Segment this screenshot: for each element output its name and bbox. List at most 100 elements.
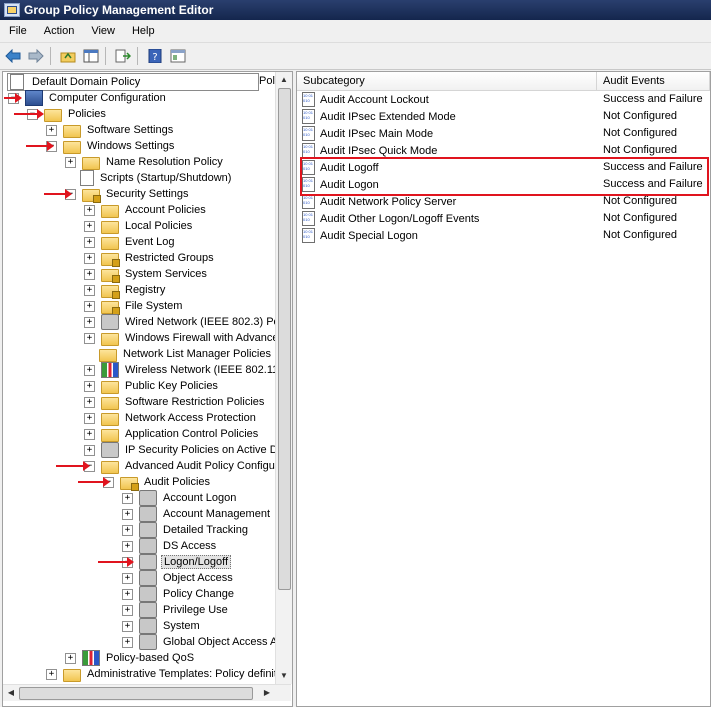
expand-icon[interactable]: + [84, 428, 95, 440]
tree-node-label: Network Access Protection [125, 412, 256, 424]
folder-icon [63, 140, 81, 154]
tree-node[interactable]: +Logon/Logoff [122, 554, 232, 570]
menu-file[interactable]: File [0, 25, 35, 37]
red-arrow-annotation [78, 477, 110, 487]
expand-icon[interactable]: + [122, 604, 133, 616]
expand-icon[interactable]: + [122, 636, 133, 648]
tree-node[interactable]: + Account Management [122, 506, 272, 522]
tree-horizontal-scrollbar[interactable]: ◀ ▶ [3, 684, 291, 701]
tree-node[interactable]: −Audit Policies [103, 474, 212, 491]
expand-icon[interactable]: + [122, 540, 133, 552]
up-one-level-button[interactable] [58, 46, 78, 66]
secure-folder-icon [82, 188, 101, 203]
expand-icon[interactable]: + [84, 252, 95, 264]
expand-icon[interactable]: + [46, 668, 57, 680]
column-header-subcategory[interactable]: Subcategory [297, 72, 597, 90]
scroll-up-arrow-icon[interactable]: ▲ [276, 72, 292, 88]
expand-icon[interactable]: + [122, 524, 133, 536]
menu-help[interactable]: Help [123, 25, 163, 37]
expand-icon[interactable]: + [122, 620, 133, 632]
export-list-button[interactable] [113, 46, 133, 66]
expand-icon[interactable]: + [84, 316, 95, 328]
tree-node[interactable]: + Name Resolution Policy [65, 154, 225, 170]
subcategory-cell: 10 01 010 Audit Account Lockout [302, 92, 429, 107]
tree-node[interactable]: + Policy Change [122, 586, 236, 602]
folder-icon [82, 156, 100, 170]
tree-node[interactable]: + Software Restriction Policies [84, 394, 266, 410]
tree-node[interactable]: + Network Access Protection [84, 410, 258, 426]
tree-root-node[interactable]: Default Domain Policy [7, 73, 259, 91]
list-item[interactable]: 10 01 010 Audit IPsec Extended Mode Not Co… [297, 108, 710, 125]
tree-node[interactable]: + Application Control Policies [84, 426, 260, 442]
scroll-right-arrow-icon[interactable]: ▶ [259, 685, 275, 701]
tree-vertical-scroll-thumb[interactable] [278, 88, 291, 590]
menu-view[interactable]: View [82, 25, 123, 37]
scroll-left-arrow-icon[interactable]: ◀ [3, 685, 19, 701]
tree-node[interactable]: + Local Policies [84, 218, 194, 234]
tree-node-label: Restricted Groups [125, 252, 214, 264]
tree-node[interactable]: + Policy-based QoS [65, 650, 196, 666]
expand-icon[interactable]: + [84, 444, 95, 456]
secure-folder-icon [120, 476, 139, 491]
expand-icon[interactable]: + [122, 572, 133, 584]
column-header-audit-events[interactable]: Audit Events [597, 72, 710, 90]
expand-icon[interactable]: + [46, 124, 57, 136]
tree-node[interactable]: + Registry [84, 282, 167, 299]
tree-node[interactable]: + Global Object Access Au [122, 634, 275, 650]
expand-icon[interactable]: + [122, 588, 133, 600]
tree-node[interactable]: + Wireless Network (IEEE 802.11) [84, 362, 275, 378]
tree-node[interactable]: + Object Access [122, 570, 235, 586]
show-hide-tree-button[interactable] [81, 46, 101, 66]
tree-node[interactable]: + Public Key Policies [84, 378, 220, 394]
tree-node[interactable]: + Wired Network (IEEE 802.3) Poli [84, 314, 275, 330]
expand-icon[interactable]: + [122, 508, 133, 520]
forward-button[interactable] [26, 46, 46, 66]
tree-node[interactable]: + DS Access [122, 538, 218, 554]
menu-action[interactable]: Action [35, 25, 83, 37]
expand-icon[interactable]: + [65, 156, 76, 168]
tree-vertical-scrollbar[interactable]: ▲ ▼ [275, 72, 292, 684]
tree-node[interactable]: + Account Logon [122, 490, 238, 506]
tree-node[interactable]: + IP Security Policies on Active Dire [84, 442, 275, 458]
tree-node[interactable]: + Windows Firewall with Advanced [84, 330, 275, 346]
tree-node[interactable]: + Privilege Use [122, 602, 230, 618]
tree-node[interactable]: + Software Settings [46, 122, 175, 138]
tree-node[interactable]: −Security Settings [65, 186, 191, 203]
tree-node[interactable]: Network List Manager Policies [84, 346, 273, 362]
tree-node[interactable]: −Advanced Audit Policy Configura [84, 458, 275, 474]
expand-icon[interactable]: + [84, 412, 95, 424]
list-item[interactable]: 10 01 010 Audit Special Logon Not Configur… [297, 227, 710, 244]
tree-node[interactable]: + Restricted Groups [84, 250, 216, 267]
tree-node[interactable]: + Detailed Tracking [122, 522, 250, 538]
chart-icon [82, 650, 100, 666]
expand-icon[interactable]: + [84, 332, 95, 344]
expand-icon[interactable]: + [84, 396, 95, 408]
tree-node[interactable]: −Computer Configuration [8, 90, 168, 106]
list-item[interactable]: 10 01 010 Audit IPsec Main Mode Not Config… [297, 125, 710, 142]
tree-node[interactable]: + System Services [84, 266, 209, 283]
back-button[interactable] [3, 46, 23, 66]
expand-icon[interactable]: + [84, 268, 95, 280]
expand-icon[interactable]: + [65, 652, 76, 664]
tree-node[interactable]: + System [122, 618, 202, 634]
expand-icon[interactable]: + [84, 364, 95, 376]
properties-button[interactable] [168, 46, 188, 66]
help-button[interactable]: ? [145, 46, 165, 66]
scroll-down-arrow-icon[interactable]: ▼ [276, 668, 292, 684]
list-item[interactable]: 10 01 010 Audit Other Logon/Logoff Events… [297, 210, 710, 227]
expand-icon[interactable]: + [84, 204, 95, 216]
tree-node[interactable]: + Event Log [84, 234, 177, 250]
tree-node[interactable]: + File System [84, 298, 184, 315]
tree-horizontal-scroll-thumb[interactable] [19, 687, 253, 700]
tree-node[interactable]: −Windows Settings [46, 138, 176, 154]
expand-icon[interactable]: + [84, 284, 95, 296]
tree-node[interactable]: Scripts (Startup/Shutdown) [65, 170, 233, 186]
expand-icon[interactable]: + [122, 492, 133, 504]
expand-icon[interactable]: + [84, 220, 95, 232]
tree-node[interactable]: + Account Policies [84, 202, 208, 218]
expand-icon[interactable]: + [84, 236, 95, 248]
expand-icon[interactable]: + [84, 380, 95, 392]
expand-icon[interactable]: + [84, 300, 95, 312]
list-item[interactable]: 10 01 010 Audit Account Lockout Success an… [297, 91, 710, 108]
tree-node[interactable]: + Administrative Templates: Policy defini… [46, 666, 275, 682]
